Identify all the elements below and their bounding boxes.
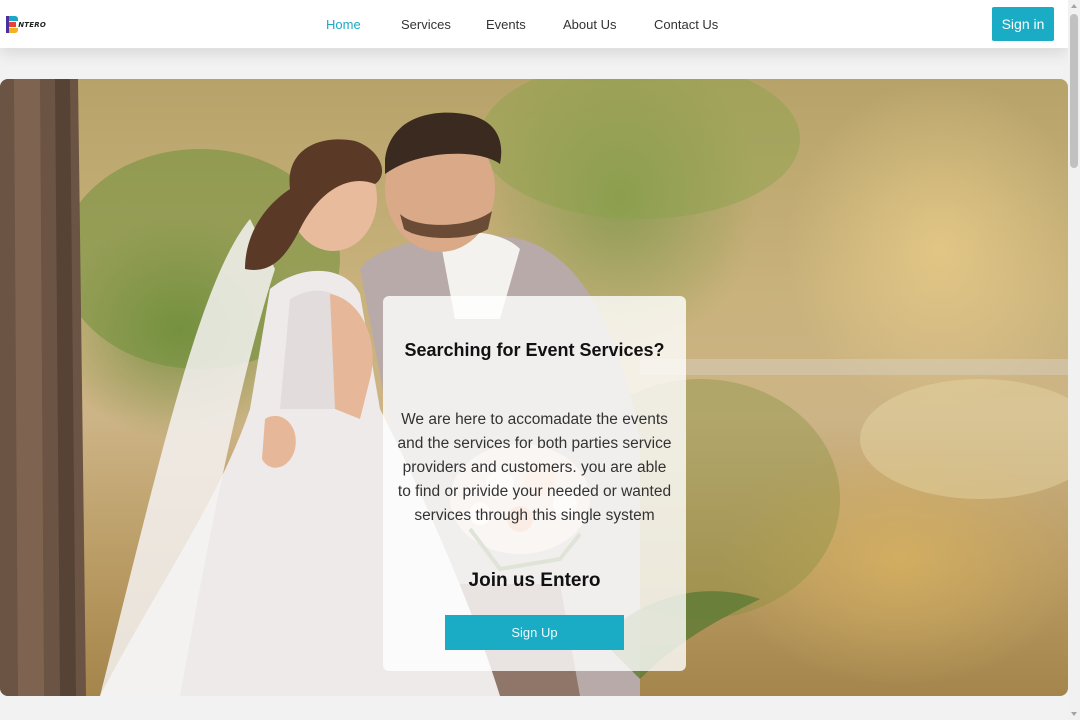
nav-link-about-us[interactable]: About Us — [563, 17, 616, 32]
hero-card-title: Searching for Event Services? — [404, 340, 665, 360]
nav-link-services[interactable]: Services — [401, 17, 451, 32]
sign-in-button[interactable]: Sign in — [992, 7, 1054, 41]
nav-links: Home Services Events About Us Contact Us — [0, 0, 1068, 48]
hero-banner: Searching for Event Services? We are her… — [0, 79, 1068, 696]
top-navbar: NTERO Home Services Events About Us Cont… — [0, 0, 1068, 48]
nav-link-contact-us[interactable]: Contact Us — [654, 17, 718, 32]
hero-info-card: Searching for Event Services? We are her… — [383, 296, 686, 671]
scrollbar-thumb[interactable] — [1070, 14, 1078, 168]
nav-link-events[interactable]: Events — [486, 17, 526, 32]
page-scrollbar[interactable] — [1068, 0, 1080, 720]
hero-card-description: We are here to accomadate the events and… — [397, 411, 672, 524]
scroll-up-arrow-icon[interactable] — [1071, 4, 1077, 8]
sign-up-button[interactable]: Sign Up — [445, 615, 624, 650]
scroll-down-arrow-icon[interactable] — [1071, 712, 1077, 716]
nav-link-home[interactable]: Home — [326, 17, 361, 32]
hero-card-join-text: Join us Entero — [468, 570, 601, 591]
